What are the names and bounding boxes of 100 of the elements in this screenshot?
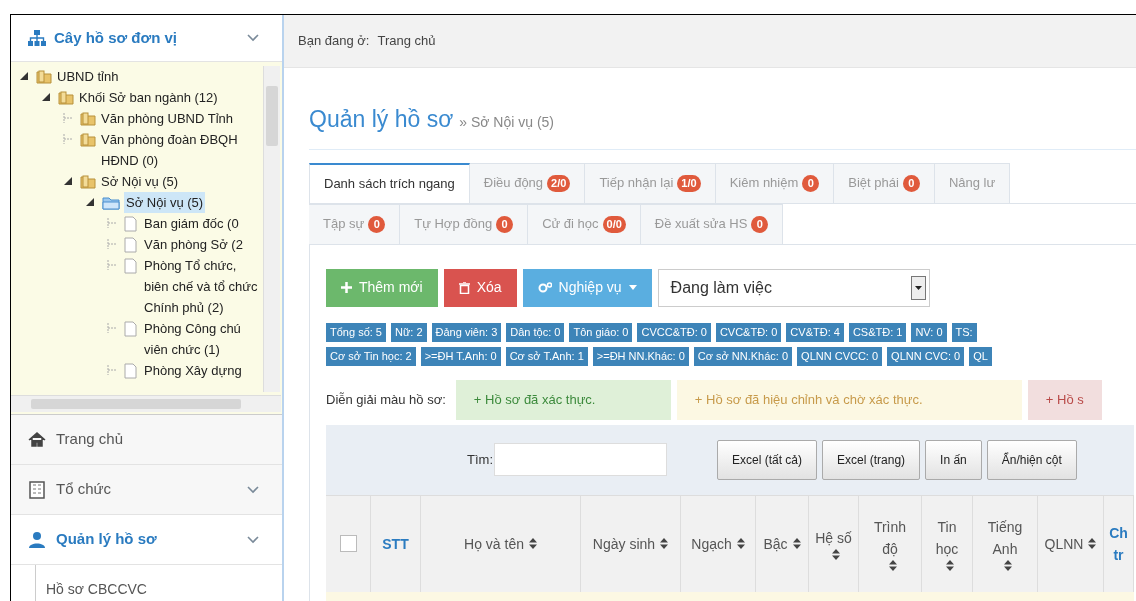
document-icon [124, 216, 137, 232]
tab[interactable]: Tập sự 0 [309, 203, 401, 244]
page-subtitle: » Sở Nội vụ (5) [459, 113, 554, 132]
stat-badge: QLNN CVC: 0 [887, 346, 965, 366]
stat-badge: >=ĐH T.Anh: 0 [420, 346, 501, 366]
select-all-checkbox[interactable] [339, 535, 357, 552]
sort-icon [1088, 538, 1097, 549]
sitemap-icon [28, 30, 46, 46]
stat-badge: TS: [951, 322, 977, 342]
column-header[interactable]: Trình độ [859, 495, 922, 592]
tab[interactable]: Biệt phái 0 [834, 162, 935, 203]
stat-badge: NV: 0 [911, 322, 947, 342]
horizontal-scrollbar[interactable] [11, 395, 281, 412]
stat-badge: CVCC&TĐ: 0 [637, 322, 711, 342]
search-field[interactable] [494, 443, 667, 476]
tab[interactable]: Đề xuất sửa HS 0 [640, 203, 784, 244]
column-header[interactable]: Ngày sinh [581, 495, 681, 592]
column-header[interactable]: Họ và tên [421, 495, 581, 592]
folder-icon [80, 132, 96, 147]
stat-badge: Nữ: 2 [391, 322, 427, 342]
stat-badge: CV&TĐ: 4 [786, 322, 844, 342]
folder-icon [102, 196, 120, 210]
column-header[interactable]: Tin học [922, 495, 973, 592]
column-header[interactable]: Bậc [756, 495, 809, 592]
tab[interactable]: Tự Hợp đồng 0 [400, 203, 529, 244]
table-row[interactable] [326, 591, 1134, 601]
tree-item[interactable]: Văn phòng đoàn ĐBQH HĐND (0) [101, 129, 261, 171]
chevron-down-icon [247, 535, 259, 544]
column-header[interactable]: QLNN [1038, 495, 1104, 592]
count-badge: 0 [751, 215, 769, 233]
export-button[interactable]: Excel (tất cả) [717, 439, 818, 480]
status-select[interactable]: Đang làm việc [657, 268, 930, 307]
tree-item[interactable]: Phòng Công chú viên chức (1) [144, 318, 261, 360]
tree-branch-icon [63, 113, 73, 123]
folder-icon [80, 111, 96, 126]
sort-icon [888, 560, 897, 571]
search-label: Tìm: [467, 450, 493, 469]
tab[interactable]: Kiêm nhiệm 0 [715, 162, 835, 203]
tab[interactable]: Tiếp nhận lại 1/0 [585, 162, 716, 203]
export-button[interactable]: In ấn [925, 439, 982, 480]
stat-badge: Đảng viên: 3 [431, 322, 502, 342]
sort-icon [792, 538, 801, 549]
legend-swatch: + Hồ sơ đã xác thực. [455, 379, 671, 420]
count-badge: 2/0 [547, 174, 571, 192]
tree-item[interactable]: Văn phòng UBND Tỉnh [101, 108, 233, 129]
stat-badge: >=ĐH NN.Khác: 0 [592, 346, 689, 366]
page-title: Quản lý hồ sơ [309, 105, 454, 134]
tab[interactable]: Cử đi học 0/0 [528, 203, 641, 244]
vertical-scrollbar[interactable] [263, 66, 280, 392]
menu-item[interactable]: Quản lý hồ sơ [11, 515, 282, 565]
tree-branch-icon [107, 260, 117, 270]
count-badge: 0 [902, 174, 920, 192]
tree-branch-icon [107, 323, 117, 333]
tree-item[interactable]: Phòng Xây dựng [144, 360, 242, 381]
column-header[interactable]: Tiếng Anh [973, 495, 1038, 592]
sort-icon [736, 538, 745, 549]
breadcrumb-link[interactable]: Trang chủ [377, 31, 436, 51]
stat-badge: Tôn giáo: 0 [569, 322, 633, 342]
tree-item[interactable]: Phòng Tổ chức, biên chế và tổ chức Chính phủ (2) [144, 255, 261, 318]
tree-item[interactable]: Sở Nội vụ (5) [124, 192, 206, 213]
tree-item[interactable]: Khối Sở ban ngành (12) [79, 87, 218, 108]
document-icon [124, 237, 137, 253]
export-button[interactable]: Excel (trang) [822, 439, 921, 480]
export-button[interactable]: Ẩn/hiện cột [986, 439, 1077, 480]
tree-item[interactable]: Ban giám đốc (0 [144, 213, 239, 234]
tree-item[interactable]: Văn phòng Sở (2 [144, 234, 243, 255]
folder-icon [58, 90, 74, 105]
panel-title: Cây hồ sơ đơn vị [54, 27, 179, 48]
user-icon [28, 530, 46, 549]
count-badge: 0 [802, 174, 820, 192]
stat-badge: CVC&TĐ: 0 [715, 322, 782, 342]
column-header[interactable]: Hệ số [809, 495, 859, 592]
legend-label: Diễn giải màu hồ sơ: [326, 390, 446, 409]
column-header[interactable]: STT [371, 495, 421, 592]
count-badge: 1/0 [677, 174, 701, 192]
tab[interactable]: Danh sách trích ngang [309, 162, 470, 203]
home-icon [28, 430, 46, 449]
document-icon [124, 258, 137, 274]
sort-icon [528, 538, 537, 549]
tab[interactable]: Điều động 2/0 [469, 162, 586, 203]
stat-badge: Cơ sở NN.Khác: 0 [693, 346, 793, 366]
trash-icon [458, 281, 470, 294]
tree-item[interactable]: Sở Nội vụ (5) [101, 171, 179, 192]
stat-badge: Dân tộc: 0 [506, 322, 565, 342]
column-header[interactable]: Ngạch [681, 495, 756, 592]
count-badge: 0/0 [602, 215, 626, 233]
legend-swatch: + Hồ s [1027, 379, 1102, 420]
stat-badge: QLNN CVCC: 0 [797, 346, 883, 366]
tree-branch-icon [107, 239, 117, 249]
sort-icon [945, 560, 954, 571]
tree-item[interactable]: UBND tỉnh [57, 66, 119, 87]
stat-badge: QL [969, 346, 992, 366]
folder-icon [36, 69, 52, 84]
caret-icon [628, 285, 637, 290]
delete-button[interactable]: Xóa [443, 268, 517, 307]
column-header[interactable]: Ch tr [1104, 495, 1134, 592]
plus-icon [341, 282, 352, 293]
count-badge: 0 [368, 215, 386, 233]
gears-icon [537, 281, 552, 294]
chevron-down-icon [247, 485, 259, 494]
